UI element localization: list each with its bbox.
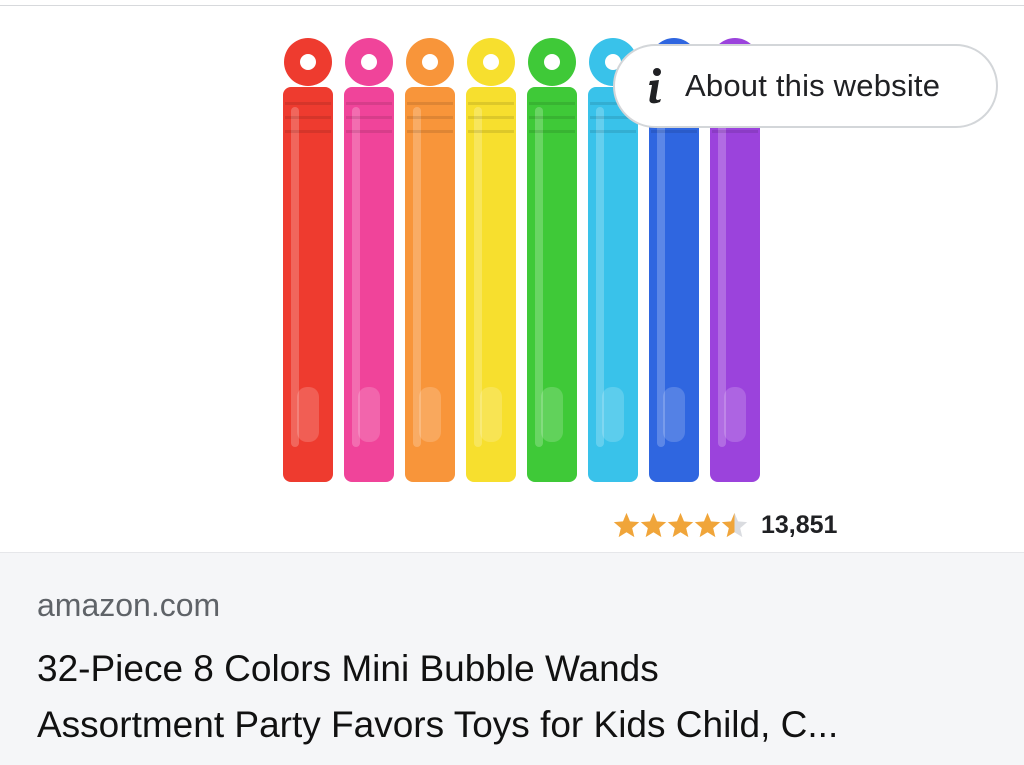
result-title-line-1: 32-Piece 8 Colors Mini Bubble Wands [37, 648, 659, 689]
bubble-wand [344, 38, 394, 482]
rating: 13,851 [612, 505, 837, 545]
star-rating [612, 511, 748, 540]
star-icon [613, 512, 640, 537]
star-icon [667, 512, 694, 537]
about-this-website-button[interactable]: About this website [613, 44, 998, 128]
info-icon [645, 66, 667, 106]
bubble-wand [405, 38, 455, 482]
star-icon [721, 512, 748, 537]
result-card-info[interactable]: amazon.com 32-Piece 8 Colors Mini Bubble… [0, 552, 1024, 765]
rating-count: 13,851 [761, 510, 838, 539]
bubble-wand [466, 38, 516, 482]
star-icon [640, 512, 667, 537]
bubble-wand [527, 38, 577, 482]
star-icon [694, 512, 721, 537]
about-this-website-label: About this website [685, 68, 941, 103]
source-domain: amazon.com [37, 587, 221, 623]
product-image[interactable]: About this website 13,851 [0, 7, 1024, 552]
bubble-wand [283, 38, 333, 482]
top-divider [0, 0, 1024, 6]
result-title[interactable]: 32-Piece 8 Colors Mini Bubble Wands Asso… [37, 641, 997, 753]
result-title-line-2: Assortment Party Favors Toys for Kids Ch… [37, 704, 839, 745]
